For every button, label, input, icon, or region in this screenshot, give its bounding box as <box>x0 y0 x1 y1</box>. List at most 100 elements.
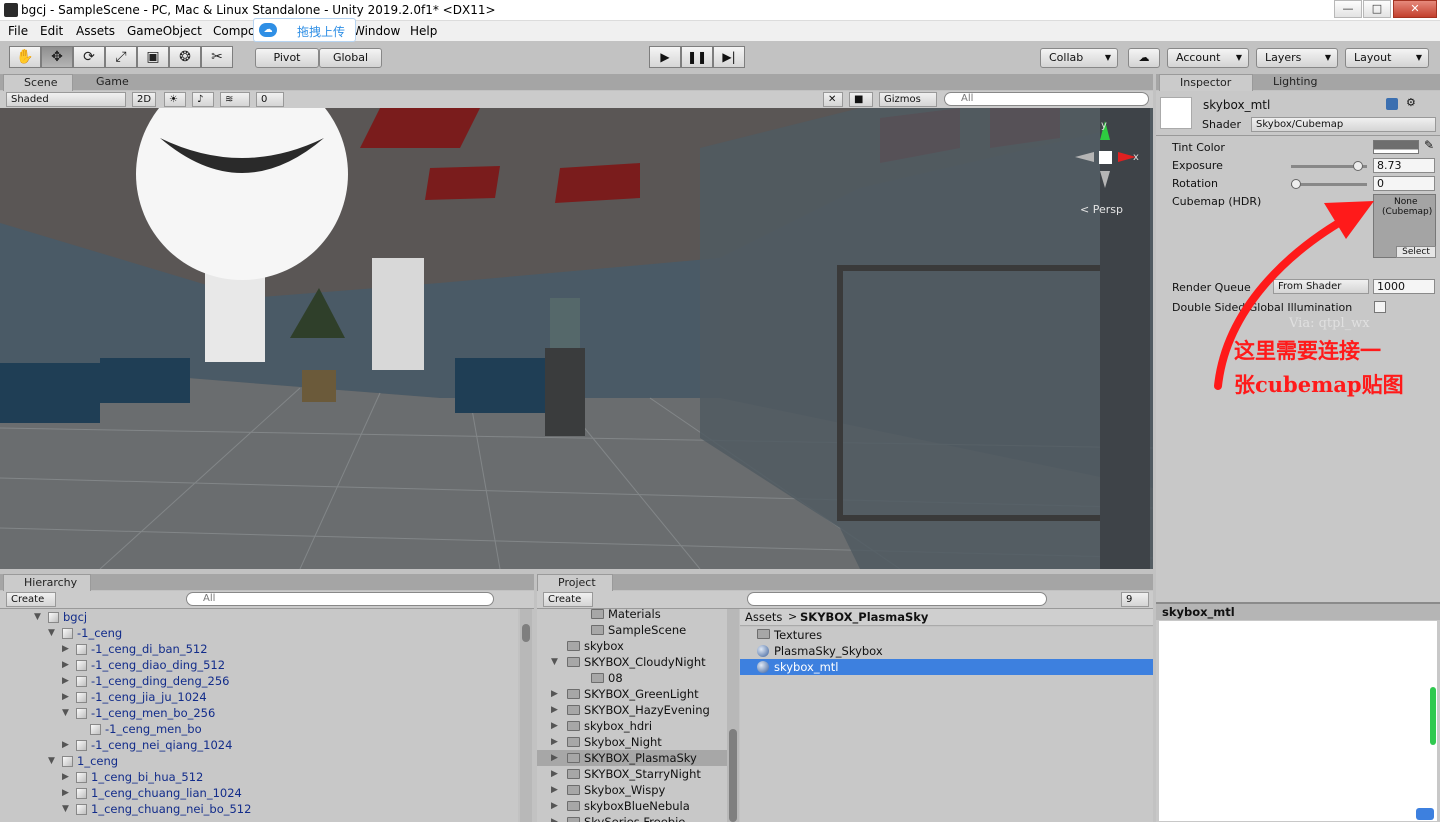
collapsed-triangle-icon[interactable]: ▶ <box>62 673 69 689</box>
global-toggle[interactable]: Global <box>319 48 382 68</box>
collapsed-triangle-icon[interactable]: ▶ <box>551 686 558 702</box>
collapsed-triangle-icon[interactable]: ▶ <box>551 798 558 814</box>
rotation-slider-track[interactable] <box>1291 179 1367 189</box>
breadcrumb-current[interactable]: SKYBOX_PlasmaSky <box>800 610 928 624</box>
collapsed-triangle-icon[interactable]: ▶ <box>551 766 558 782</box>
layout-dropdown[interactable]: Layout ▼ <box>1345 48 1429 68</box>
expanded-triangle-icon[interactable]: ▼ <box>62 801 69 817</box>
project-asset-row[interactable]: Textures <box>740 627 1153 643</box>
tab-hierarchy[interactable]: Hierarchy <box>3 574 91 591</box>
project-folder-scrollbar[interactable] <box>727 609 739 822</box>
scene-viewport[interactable]: y x < Persp <box>0 108 1153 569</box>
play-button[interactable]: ▶ <box>649 46 681 68</box>
hierarchy-scrollbar[interactable] <box>520 609 532 822</box>
project-create-dropdown[interactable]: Create <box>543 592 593 607</box>
cloud-button[interactable]: ☁ <box>1128 48 1160 68</box>
scale-tool-button[interactable]: ⤢ <box>105 46 137 68</box>
collapsed-triangle-icon[interactable]: ▶ <box>551 734 558 750</box>
project-folder-row[interactable]: ▶ SKYBOX_StarryNight <box>537 766 727 782</box>
collapsed-triangle-icon[interactable]: ▶ <box>62 689 69 705</box>
collapsed-triangle-icon[interactable]: ▶ <box>551 814 558 822</box>
tag-icon[interactable] <box>1416 808 1434 820</box>
effects-dropdown[interactable]: ≋ <box>220 92 250 107</box>
collapsed-triangle-icon[interactable]: ▶ <box>62 641 69 657</box>
project-folder-row[interactable]: ▶ skybox_hdri <box>537 718 727 734</box>
project-folder-row[interactable]: ▶ skyboxBlueNebula <box>537 798 727 814</box>
project-folder-row[interactable]: ▶ SKYBOX_GreenLight <box>537 686 727 702</box>
tab-lighting[interactable]: Lighting <box>1253 74 1333 91</box>
gizmos-dropdown[interactable]: Gizmos <box>879 92 937 107</box>
tab-project[interactable]: Project <box>537 574 613 591</box>
hierarchy-search-input[interactable]: All <box>186 592 494 606</box>
shading-mode-dropdown[interactable]: Shaded <box>6 92 126 107</box>
expanded-triangle-icon[interactable]: ▼ <box>48 625 55 641</box>
lighting-toggle[interactable]: ☀ <box>164 92 186 107</box>
project-asset-row[interactable]: PlasmaSky_Skybox <box>740 643 1153 659</box>
project-folder-row[interactable]: ▶ SkySeries Freebie <box>537 814 727 822</box>
collapsed-triangle-icon[interactable]: ▶ <box>62 657 69 673</box>
settings-icon[interactable]: ⚙ <box>1406 96 1416 109</box>
menu-gameobject[interactable]: GameObject <box>127 24 202 38</box>
preview-canvas[interactable] <box>1159 621 1437 821</box>
menu-file[interactable]: File <box>8 24 28 38</box>
preview-scroll-indicator[interactable] <box>1430 687 1436 745</box>
account-dropdown[interactable]: Account ▼ <box>1167 48 1249 68</box>
minimize-button[interactable]: — <box>1334 0 1362 18</box>
collapsed-triangle-icon[interactable]: ▶ <box>551 750 558 766</box>
expanded-triangle-icon[interactable]: ▼ <box>48 753 55 769</box>
camera-icon[interactable]: ■ <box>849 92 873 107</box>
exposure-field[interactable]: 8.73 <box>1373 158 1435 173</box>
menu-edit[interactable]: Edit <box>40 24 63 38</box>
step-button[interactable]: ▶| <box>713 46 745 68</box>
scene-search-input[interactable]: All <box>944 92 1149 106</box>
project-folder-row[interactable]: skybox <box>537 638 727 654</box>
book-icon[interactable] <box>1386 98 1398 110</box>
collapsed-triangle-icon[interactable]: ▶ <box>62 769 69 785</box>
rotation-field[interactable]: 0 <box>1373 176 1435 191</box>
menu-window[interactable]: Window <box>353 24 400 38</box>
cubemap-select-button[interactable]: Select <box>1396 246 1436 258</box>
project-folder-row[interactable]: ▶ Skybox_Night <box>537 734 727 750</box>
breadcrumb-root[interactable]: Assets <box>745 610 782 624</box>
collapsed-triangle-icon[interactable]: ▶ <box>551 702 558 718</box>
transform-tool-button[interactable]: ❂ <box>169 46 201 68</box>
expanded-triangle-icon[interactable]: ▼ <box>34 609 41 625</box>
rect-tool-button[interactable]: ▣ <box>137 46 169 68</box>
tab-game[interactable]: Game <box>76 74 146 91</box>
custom-tool-button[interactable]: ✂ <box>201 46 233 68</box>
expanded-triangle-icon[interactable]: ▼ <box>551 654 558 670</box>
exposure-slider-track[interactable] <box>1291 161 1367 171</box>
hand-tool-button[interactable]: ✋ <box>9 46 41 68</box>
audio-toggle[interactable]: ♪ <box>192 92 214 107</box>
layers-dropdown[interactable]: Layers ▼ <box>1256 48 1338 68</box>
project-folder-row[interactable]: ▶ Skybox_Wispy <box>537 782 727 798</box>
menu-assets[interactable]: Assets <box>76 24 115 38</box>
tab-scene[interactable]: Scene <box>3 74 73 91</box>
project-folder-row[interactable]: SampleScene <box>537 622 727 638</box>
shader-dropdown[interactable]: Skybox/Cubemap <box>1251 117 1436 132</box>
project-folder-row[interactable]: ▶ SKYBOX_HazyEvening <box>537 702 727 718</box>
collab-dropdown[interactable]: Collab ▼ <box>1040 48 1118 68</box>
filter-count-toggle[interactable]: 9 <box>1121 592 1149 607</box>
move-tool-button[interactable]: ✥ <box>41 46 73 68</box>
collapsed-triangle-icon[interactable]: ▶ <box>62 785 69 801</box>
tools-icon[interactable]: ✕ <box>823 92 843 107</box>
tab-inspector[interactable]: Inspector <box>1159 74 1253 91</box>
project-folder-row[interactable]: ▶ SKYBOX_PlasmaSky <box>537 750 727 766</box>
collapsed-triangle-icon[interactable]: ▶ <box>62 737 69 753</box>
menu-help[interactable]: Help <box>410 24 437 38</box>
project-asset-row[interactable]: skybox_mtl <box>740 659 1153 675</box>
collapsed-triangle-icon[interactable]: ▶ <box>551 782 558 798</box>
eyedropper-icon[interactable]: ✎ <box>1424 138 1434 152</box>
pivot-toggle[interactable]: Pivot <box>255 48 319 68</box>
project-search-input[interactable] <box>747 592 1047 606</box>
project-folder-row[interactable]: 08 <box>537 670 727 686</box>
2d-toggle[interactable]: 2D <box>132 92 156 107</box>
collapsed-triangle-icon[interactable]: ▶ <box>551 718 558 734</box>
close-window-button[interactable]: ✕ <box>1393 0 1437 18</box>
pause-button[interactable]: ❚❚ <box>681 46 713 68</box>
project-folder-row[interactable]: ▼ SKYBOX_CloudyNight <box>537 654 727 670</box>
menu-component[interactable]: Compo <box>213 24 255 38</box>
expanded-triangle-icon[interactable]: ▼ <box>62 705 69 721</box>
hierarchy-create-dropdown[interactable]: Create <box>6 592 56 607</box>
